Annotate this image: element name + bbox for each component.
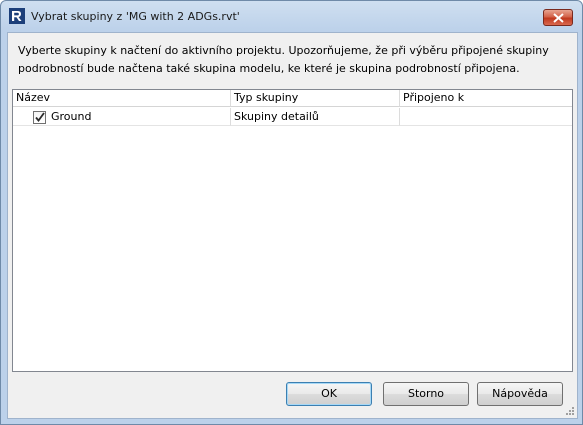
title-bar[interactable]: Vybrat skupiny z 'MG with 2 ADGs.rvt' bbox=[1, 1, 582, 33]
ok-button[interactable]: OK bbox=[286, 382, 372, 406]
resize-grip-icon[interactable] bbox=[565, 406, 575, 416]
row-checkbox[interactable] bbox=[33, 111, 46, 124]
column-header-group-type[interactable]: Typ skupiny bbox=[231, 90, 400, 107]
dialog-client-area: Vyberte skupiny k načtení do aktivního p… bbox=[7, 32, 578, 419]
checkmark-icon bbox=[35, 112, 45, 122]
column-header-name[interactable]: Název bbox=[13, 90, 231, 107]
instruction-text: Vyberte skupiny k načtení do aktivního p… bbox=[18, 44, 549, 75]
window-title: Vybrat skupiny z 'MG with 2 ADGs.rvt' bbox=[31, 10, 240, 23]
help-button[interactable]: Nápověda bbox=[477, 382, 563, 406]
row-attached-cell bbox=[400, 108, 572, 126]
cancel-button[interactable]: Storno bbox=[383, 382, 469, 406]
close-button[interactable] bbox=[543, 9, 573, 26]
row-type-cell: Skupiny detailů bbox=[231, 108, 400, 126]
groups-table: Název Typ skupiny Připojeno k Ground Sku… bbox=[12, 89, 573, 372]
dialog-window: Vybrat skupiny z 'MG with 2 ADGs.rvt' Vy… bbox=[0, 0, 583, 425]
column-header-attached-to[interactable]: Připojeno k bbox=[400, 90, 572, 107]
close-icon bbox=[553, 13, 564, 23]
revit-logo-icon bbox=[9, 8, 25, 24]
